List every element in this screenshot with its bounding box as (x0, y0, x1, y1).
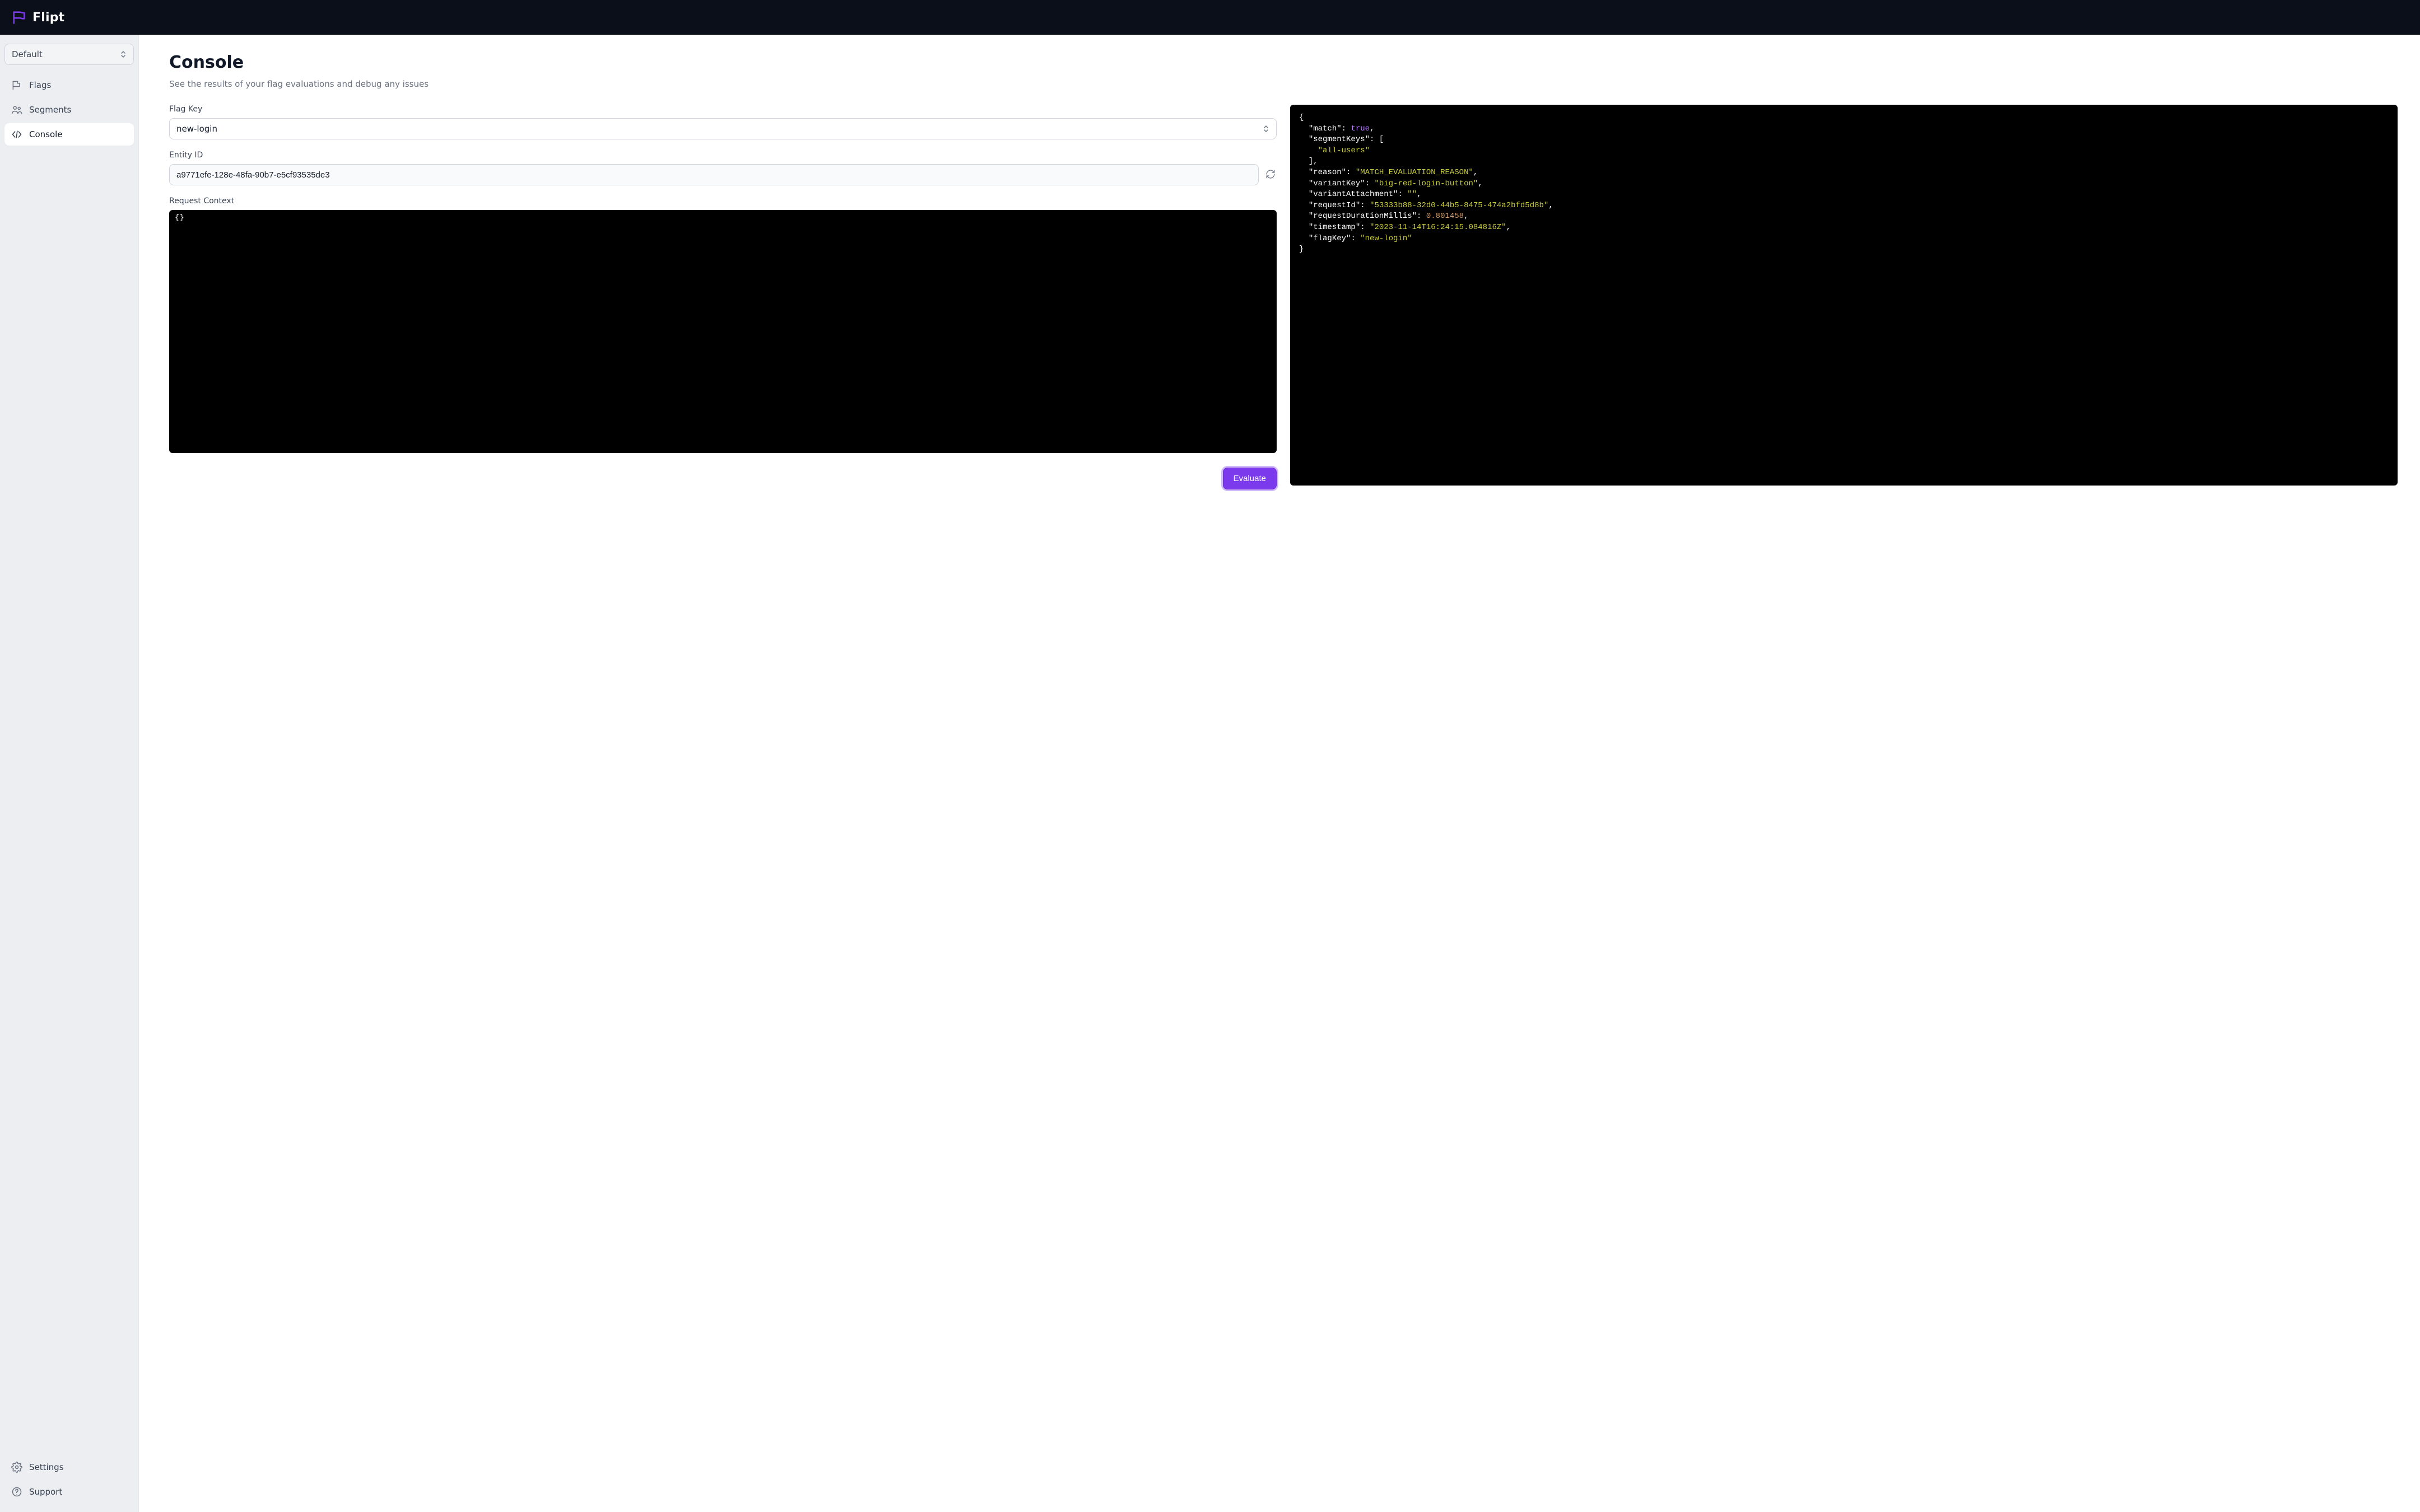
code-icon (11, 129, 22, 140)
sidebar-item-segments[interactable]: Segments (4, 99, 134, 121)
sidebar-item-settings[interactable]: Settings (4, 1456, 134, 1478)
evaluate-form: Flag Key new-login Entity ID (169, 105, 1277, 489)
entity-id-input[interactable] (169, 164, 1259, 185)
sidebar-item-support[interactable]: Support (4, 1481, 134, 1503)
flag-icon (11, 80, 22, 91)
sidebar-item-flags[interactable]: Flags (4, 74, 134, 96)
request-context-label: Request Context (169, 197, 1277, 206)
chevron-updown-icon (120, 50, 127, 59)
page-subtitle: See the results of your flag evaluations… (169, 79, 2398, 89)
top-nav: Flipt (0, 0, 2420, 35)
help-icon (11, 1486, 22, 1497)
flag-key-select[interactable]: new-login (169, 118, 1277, 139)
entity-id-label: Entity ID (169, 151, 1277, 160)
refresh-icon (1265, 169, 1276, 181)
chevron-updown-icon (1263, 124, 1269, 133)
sidebar-bottom: Settings Support (4, 1456, 134, 1503)
brand-logo: Flipt (11, 10, 64, 25)
request-context-editor[interactable] (169, 210, 1277, 453)
main-content: Console See the results of your flag eva… (139, 35, 2420, 1512)
sidebar-item-label: Settings (29, 1462, 64, 1472)
sidebar-item-label: Flags (29, 80, 51, 90)
users-icon (11, 104, 22, 115)
sidebar-item-label: Support (29, 1487, 62, 1497)
result-json-panel: { "match": true, "segmentKeys": [ "all-u… (1290, 105, 2398, 486)
flag-logo-icon (11, 10, 27, 25)
sidebar-nav: Flags Segments Console (4, 74, 134, 146)
flag-key-value: new-login (176, 124, 217, 134)
namespace-select[interactable]: Default (4, 44, 134, 65)
page-title: Console (169, 53, 2398, 72)
result-column: { "match": true, "segmentKeys": [ "all-u… (1290, 105, 2398, 489)
sidebar-item-label: Console (29, 129, 63, 139)
brand-name: Flipt (32, 11, 64, 25)
namespace-select-value: Default (12, 49, 43, 59)
sidebar-item-label: Segments (29, 105, 71, 115)
regenerate-entity-id-button[interactable] (1264, 169, 1277, 181)
sidebar: Default Flags (0, 35, 139, 1512)
evaluate-button[interactable]: Evaluate (1223, 468, 1277, 489)
sidebar-item-console[interactable]: Console (4, 123, 134, 146)
flag-key-label: Flag Key (169, 105, 1277, 114)
gear-icon (11, 1462, 22, 1473)
